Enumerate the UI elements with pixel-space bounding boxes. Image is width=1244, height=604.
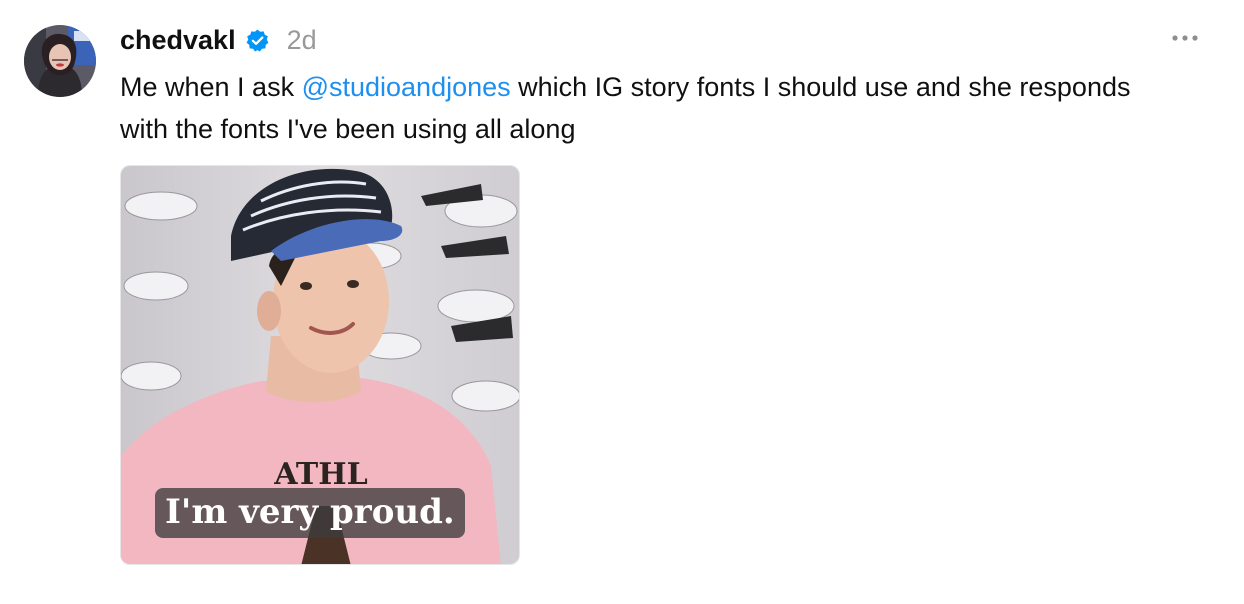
verified-badge-icon xyxy=(245,28,270,53)
username[interactable]: chedvakl xyxy=(120,25,236,56)
caption-text-start: Me when I ask xyxy=(120,72,302,102)
post-caption: Me when I ask @studioandjones which IG s… xyxy=(120,66,1180,150)
avatar-image xyxy=(24,25,96,97)
mention-link[interactable]: @studioandjones xyxy=(302,72,511,102)
post-media[interactable]: ATHL I'm very proud. xyxy=(120,165,520,565)
shirt-print: ATHL xyxy=(273,457,367,492)
post: chedvakl 2d Me when I ask @studioandjone… xyxy=(0,0,1244,604)
timestamp[interactable]: 2d xyxy=(287,25,317,56)
media-subtitle: I'm very proud. xyxy=(155,488,465,538)
post-header: chedvakl 2d xyxy=(120,22,317,58)
avatar[interactable] xyxy=(24,25,96,97)
more-options-icon[interactable] xyxy=(1170,28,1200,48)
